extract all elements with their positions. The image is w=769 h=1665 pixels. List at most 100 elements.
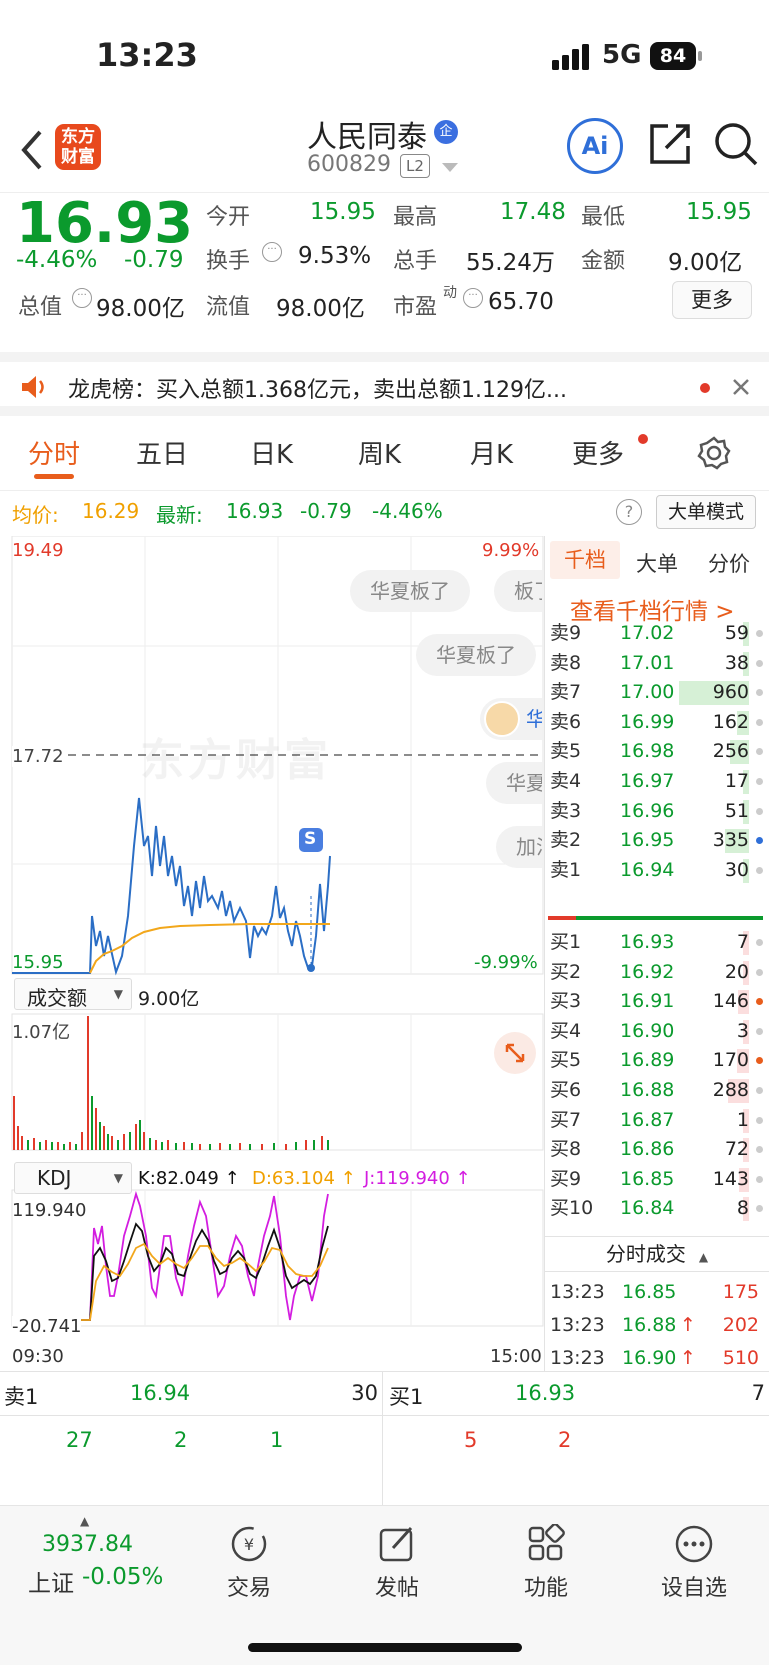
bid-row[interactable]: 买5 16.89 170 <box>548 1045 763 1076</box>
orderbook-tab-bigorder[interactable]: 大单 <box>636 548 678 578</box>
ask-row[interactable]: 卖3 16.96 51 <box>548 796 763 827</box>
bid-row[interactable]: 买2 16.92 20 <box>548 957 763 988</box>
tick-arrow: ↑ <box>680 1314 696 1336</box>
chevron-down-icon[interactable] <box>442 163 458 173</box>
comment-bubble[interactable]: 加油 <box>496 826 542 868</box>
comment-bubble[interactable]: 华 <box>526 698 542 740</box>
queue-right-order: 2 <box>558 1428 572 1452</box>
bid-price: 16.89 <box>620 1049 675 1072</box>
tab-daily-k[interactable]: 日K <box>250 434 293 471</box>
indicator-selector[interactable]: KDJ ▼ <box>14 1162 132 1194</box>
index-ticker[interactable]: ▲ 3937.84 上证 -0.05% <box>0 1506 170 1606</box>
ask-indicator-dot <box>756 866 763 874</box>
ask-row[interactable]: 卖8 17.01 38 <box>548 648 763 679</box>
bid-row[interactable]: 买8 16.86 72 <box>548 1134 763 1165</box>
chevron-down-icon: ▼ <box>113 1171 123 1185</box>
tab-more[interactable]: 更多 <box>572 434 624 471</box>
info-icon[interactable]: ··· <box>262 242 282 262</box>
bid-row[interactable]: 买6 16.88 288 <box>548 1075 763 1106</box>
bid-indicator-dot <box>756 1087 763 1094</box>
tick-volume: 175 <box>722 1281 759 1303</box>
stat-label-total-cap: 总值 <box>18 295 63 320</box>
bid-row[interactable]: 买1 16.93 7 <box>548 927 763 958</box>
ask-volume: 59 <box>724 622 749 644</box>
chevron-up-icon: ▲ <box>698 1250 709 1264</box>
ask-row[interactable]: 卖5 16.98 256 <box>548 736 763 767</box>
tab-active-indicator <box>34 474 74 479</box>
ask-level-name: 卖9 <box>550 622 582 644</box>
comment-bubble[interactable]: 华夏 <box>486 762 542 804</box>
volume-selector[interactable]: 成交额 ▼ <box>14 978 132 1010</box>
nav-functions-label: 功能 <box>523 1576 568 1601</box>
ask-level-name: 卖7 <box>550 681 582 704</box>
bid-row[interactable]: 买10 16.84 8 <box>548 1193 763 1224</box>
bid-row[interactable]: 买3 16.91 146 <box>548 986 763 1017</box>
queue-left-price: 16.94 <box>130 1381 191 1405</box>
close-icon[interactable] <box>732 378 750 396</box>
bid-price: 16.85 <box>620 1167 675 1190</box>
edit-icon <box>379 1526 413 1562</box>
info-icon[interactable]: ··· <box>463 288 483 308</box>
tab-intraday[interactable]: 分时 <box>28 434 80 471</box>
back-icon[interactable] <box>18 128 46 172</box>
stat-label-open: 今开 <box>206 205 251 230</box>
stat-label-volume: 总手 <box>393 249 438 274</box>
tick-time: 13:23 <box>550 1281 605 1303</box>
bid-price: 16.86 <box>620 1138 675 1161</box>
queue-panel: 卖1 16.94 30 买1 16.93 7 27 2 1 5 2 <box>0 1371 769 1506</box>
share-icon[interactable] <box>648 122 692 166</box>
ask-row[interactable]: 卖9 17.02 59 <box>548 618 763 649</box>
tick-row: 13:23 16.88 ↑ 202 <box>548 1308 763 1342</box>
search-icon[interactable] <box>714 122 758 168</box>
ask-row[interactable]: 卖2 16.95 335 <box>548 825 763 856</box>
tick-arrow: ↑ <box>680 1347 696 1369</box>
settings-icon[interactable] <box>697 436 731 470</box>
ask-price: 16.96 <box>620 799 675 822</box>
ticks-header[interactable]: 分时成交 ▲ <box>545 1236 769 1272</box>
battery-icon: 84 <box>650 42 696 70</box>
nav-add-watchlist[interactable]: 设自选 <box>619 1506 769 1602</box>
nav-functions[interactable]: 功能 <box>471 1506 621 1602</box>
tab-five-day[interactable]: 五日 <box>136 434 188 471</box>
more-button[interactable]: 更多 <box>672 281 752 319</box>
expand-icon[interactable] <box>494 1032 536 1074</box>
bid-price: 16.91 <box>620 990 675 1013</box>
ask-row[interactable]: 卖6 16.99 162 <box>548 707 763 738</box>
big-order-mode-button[interactable]: 大单模式 <box>656 495 756 529</box>
ask-row[interactable]: 卖4 16.97 17 <box>548 766 763 797</box>
queue-left-name: 卖1 <box>4 1385 39 1409</box>
comment-bubble[interactable]: 华夏板了 <box>350 570 470 612</box>
tick-volume: 202 <box>722 1314 759 1336</box>
ask-row[interactable]: 卖7 17.00 960 <box>548 677 763 708</box>
tab-weekly-k[interactable]: 周K <box>358 434 401 471</box>
orderbook-tab-level[interactable]: 千档 <box>550 541 620 579</box>
tab-monthly-k[interactable]: 月K <box>470 434 513 471</box>
stock-name: 人民同泰 <box>307 120 427 155</box>
comment-bubble[interactable]: 华夏板了 <box>416 634 536 676</box>
queue-right-vol: 7 <box>751 1381 765 1405</box>
nav-trade[interactable]: ¥ 交易 <box>174 1506 324 1602</box>
battery-level: 84 <box>659 45 687 67</box>
orderbook-tab-price[interactable]: 分价 <box>708 548 750 578</box>
comment-bubble[interactable]: 板了 <box>494 570 542 612</box>
bid-row[interactable]: 买7 16.87 1 <box>548 1105 763 1136</box>
bid-volume: 146 <box>712 990 749 1013</box>
notice-bar[interactable]: 龙虎榜：买入总额1.368亿元，卖出总额1.129亿... <box>0 352 769 416</box>
bid-row[interactable]: 买9 16.85 143 <box>548 1164 763 1195</box>
latest-percent: -4.46% <box>372 499 443 523</box>
bubble-clip-1: 板了 <box>494 570 542 612</box>
chart-min-price: 15.95 <box>12 952 64 973</box>
nav-post[interactable]: 发帖 <box>322 1506 472 1602</box>
ask-indicator-dot <box>756 630 763 637</box>
chart-max-price: 19.49 <box>12 540 64 561</box>
ai-button[interactable]: Ai <box>567 118 623 174</box>
bid-price: 16.88 <box>620 1079 675 1101</box>
help-icon[interactable]: ? <box>616 499 642 525</box>
stat-pe-sup: 动 <box>443 285 457 301</box>
stat-value-total-cap: 98.00亿 <box>96 296 185 322</box>
ask-row[interactable]: 卖1 16.94 30 <box>548 855 763 886</box>
bid-row[interactable]: 买4 16.90 3 <box>548 1016 763 1047</box>
info-icon[interactable]: ··· <box>72 288 92 308</box>
ask-level-name: 卖8 <box>550 651 582 674</box>
tab-more-dot <box>638 434 648 444</box>
